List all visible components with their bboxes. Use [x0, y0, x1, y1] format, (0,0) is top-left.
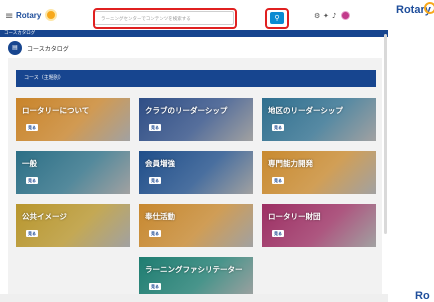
- settings-icon[interactable]: ⚙: [314, 12, 320, 20]
- course-tile[interactable]: 地区のリーダーシップ 見る: [262, 98, 376, 141]
- screen: ≡ Rotary ラーニングセンターでコンテンツを検索する ⚲ ⚙ ✦ ♪ コー…: [0, 0, 434, 302]
- app-window: ≡ Rotary ラーニングセンターでコンテンツを検索する ⚲ ⚙ ✦ ♪ コー…: [0, 0, 388, 302]
- tile-title: 公共イメージ: [22, 212, 67, 221]
- view-button[interactable]: 見る: [149, 124, 161, 131]
- brand-logo-text[interactable]: Rotary: [16, 11, 41, 20]
- course-tile[interactable]: 一般 見る: [16, 151, 130, 194]
- rotary-wheel-icon: [45, 9, 57, 21]
- catalog-icon: ▤: [8, 41, 22, 55]
- search-button-highlight: [265, 8, 289, 29]
- view-button[interactable]: 見る: [26, 177, 38, 184]
- view-button[interactable]: 見る: [26, 230, 38, 237]
- rotary-wheel-icon: [424, 2, 434, 14]
- tile-title: 地区のリーダーシップ: [268, 106, 343, 115]
- view-button[interactable]: 見る: [272, 230, 284, 237]
- tile-title: クラブのリーダーシップ: [145, 106, 228, 115]
- page-header: ▤ コースカタログ: [0, 38, 388, 58]
- tile-title: 専門能力開発: [268, 159, 313, 168]
- tile-title: 会員増強: [145, 159, 175, 168]
- section-label: コース（主題別）: [24, 75, 64, 81]
- course-tile[interactable]: 公共イメージ 見る: [16, 204, 130, 247]
- course-tile[interactable]: ロータリー財団 見る: [262, 204, 376, 247]
- tile-title: 一般: [22, 159, 37, 168]
- bottom-bar: [0, 294, 388, 302]
- tile-title: 奉仕活動: [145, 212, 175, 221]
- course-tile[interactable]: 専門能力開発 見る: [262, 151, 376, 194]
- section-header: コース（主題別）: [16, 70, 376, 87]
- view-button[interactable]: 見る: [272, 177, 284, 184]
- view-button[interactable]: 見る: [149, 230, 161, 237]
- avatar[interactable]: [341, 11, 350, 20]
- breadcrumb[interactable]: コースカタログ: [4, 30, 35, 37]
- tile-title: ラーニングファシリテーター: [145, 265, 243, 274]
- view-button[interactable]: 見る: [149, 177, 161, 184]
- view-button[interactable]: 見る: [272, 124, 284, 131]
- search-input-highlight: [93, 8, 237, 29]
- course-tile[interactable]: 奉仕活動 見る: [139, 204, 253, 247]
- page-title: コースカタログ: [27, 46, 69, 53]
- tile-title: ロータリー財団: [268, 212, 321, 221]
- tile-title: ロータリーについて: [22, 106, 90, 115]
- bell-icon[interactable]: ♪: [332, 12, 336, 20]
- scrollbar[interactable]: [384, 34, 387, 234]
- bottom-brand-text: Ro: [415, 290, 430, 302]
- view-button[interactable]: 見る: [26, 124, 38, 131]
- course-tile[interactable]: ロータリーについて 見る: [16, 98, 130, 141]
- desktop-side-strip: [388, 0, 434, 302]
- breadcrumb-bar: コースカタログ: [0, 30, 388, 37]
- top-bar: ≡ Rotary ラーニングセンターでコンテンツを検索する ⚲ ⚙ ✦ ♪: [0, 8, 388, 30]
- hamburger-icon[interactable]: ≡: [5, 11, 13, 22]
- course-tile[interactable]: クラブのリーダーシップ 見る: [139, 98, 253, 141]
- view-button[interactable]: 見る: [149, 283, 161, 290]
- course-tile[interactable]: 会員増強 見る: [139, 151, 253, 194]
- pin-icon[interactable]: ✦: [323, 12, 329, 20]
